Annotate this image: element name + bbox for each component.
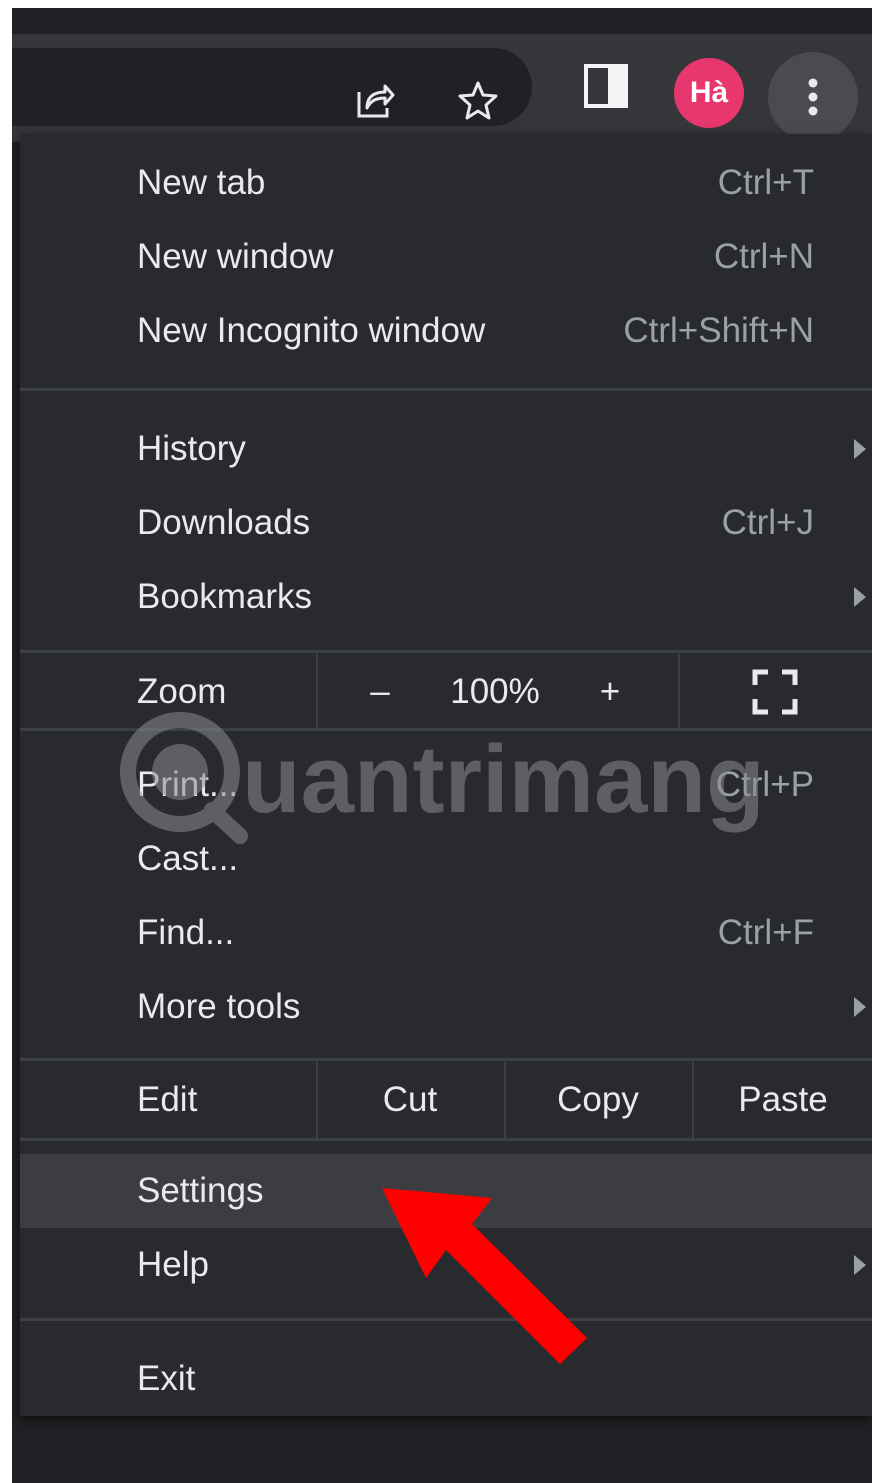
menu-item-shortcut: Ctrl+Shift+N [623, 311, 814, 350]
menu-item-shortcut: Ctrl+F [717, 913, 814, 952]
paste-button[interactable]: Paste [694, 1062, 872, 1138]
edit-label: Edit [137, 1080, 198, 1119]
profile-avatar[interactable]: Hà [674, 58, 744, 128]
zoom-level: 100% [450, 672, 540, 711]
menu-item-print[interactable]: Print... Ctrl+P [20, 748, 872, 822]
copy-button[interactable]: Copy [506, 1062, 690, 1138]
menu-item-new-incognito-window[interactable]: New Incognito window Ctrl+Shift+N [20, 294, 872, 368]
menu-item-label: Find... [137, 913, 235, 952]
zoom-label: Zoom [137, 672, 227, 711]
zoom-in-button[interactable]: + [580, 654, 640, 730]
menu-item-shortcut: Ctrl+J [721, 503, 814, 542]
menu-item-label: Bookmarks [137, 577, 313, 616]
edit-row: Edit Cut Copy Paste [20, 1062, 872, 1138]
menu-separator [20, 1138, 872, 1141]
menu-item-label: Cast... [137, 839, 239, 878]
menu-item-label: Exit [137, 1359, 196, 1398]
menu-item-label: History [137, 429, 246, 468]
menu-item-label: New tab [137, 163, 266, 202]
browser-toolbar: Hà [12, 34, 872, 142]
menu-item-label: Downloads [137, 503, 311, 542]
menu-item-label: Help [137, 1245, 209, 1284]
menu-separator [20, 1058, 872, 1061]
red-arrow-annotation [382, 1188, 602, 1378]
menu-item-history[interactable]: History [20, 412, 872, 486]
menu-separator [20, 728, 872, 731]
menu-item-label: New Incognito window [137, 311, 486, 350]
fullscreen-icon[interactable] [740, 654, 810, 730]
kebab-menu-icon[interactable] [768, 52, 858, 142]
menu-item-shortcut: Ctrl+N [713, 237, 814, 276]
menu-item-shortcut: Ctrl+P [715, 765, 814, 804]
submenu-arrow-icon [854, 439, 866, 459]
divider [316, 654, 318, 730]
share-icon[interactable] [347, 72, 403, 128]
address-bar[interactable] [12, 48, 532, 126]
menu-item-new-window[interactable]: New window Ctrl+N [20, 220, 872, 294]
star-icon[interactable] [450, 72, 506, 128]
menu-item-more-tools[interactable]: More tools [20, 970, 872, 1044]
zoom-row: Zoom – 100% + [20, 654, 872, 730]
menu-item-shortcut: Ctrl+T [717, 163, 814, 202]
submenu-arrow-icon [854, 587, 866, 607]
menu-item-label: More tools [137, 987, 301, 1026]
menu-item-label: Print... [137, 765, 239, 804]
browser-window: Hà New tab Ctrl+T New window Ctrl+N New … [12, 8, 872, 1483]
divider [678, 654, 680, 730]
menu-item-label: Settings [137, 1171, 264, 1210]
side-panel-icon[interactable] [580, 60, 632, 112]
submenu-arrow-icon [854, 1255, 866, 1275]
menu-separator [20, 650, 872, 653]
menu-item-label: New window [137, 237, 334, 276]
menu-item-find[interactable]: Find... Ctrl+F [20, 896, 872, 970]
menu-item-new-tab[interactable]: New tab Ctrl+T [20, 146, 872, 220]
submenu-arrow-icon [854, 997, 866, 1017]
cut-button[interactable]: Cut [318, 1062, 502, 1138]
menu-item-downloads[interactable]: Downloads Ctrl+J [20, 486, 872, 560]
menu-separator [20, 388, 872, 391]
zoom-out-button[interactable]: – [350, 654, 410, 730]
menu-item-cast[interactable]: Cast... [20, 822, 872, 896]
menu-item-bookmarks[interactable]: Bookmarks [20, 560, 872, 634]
